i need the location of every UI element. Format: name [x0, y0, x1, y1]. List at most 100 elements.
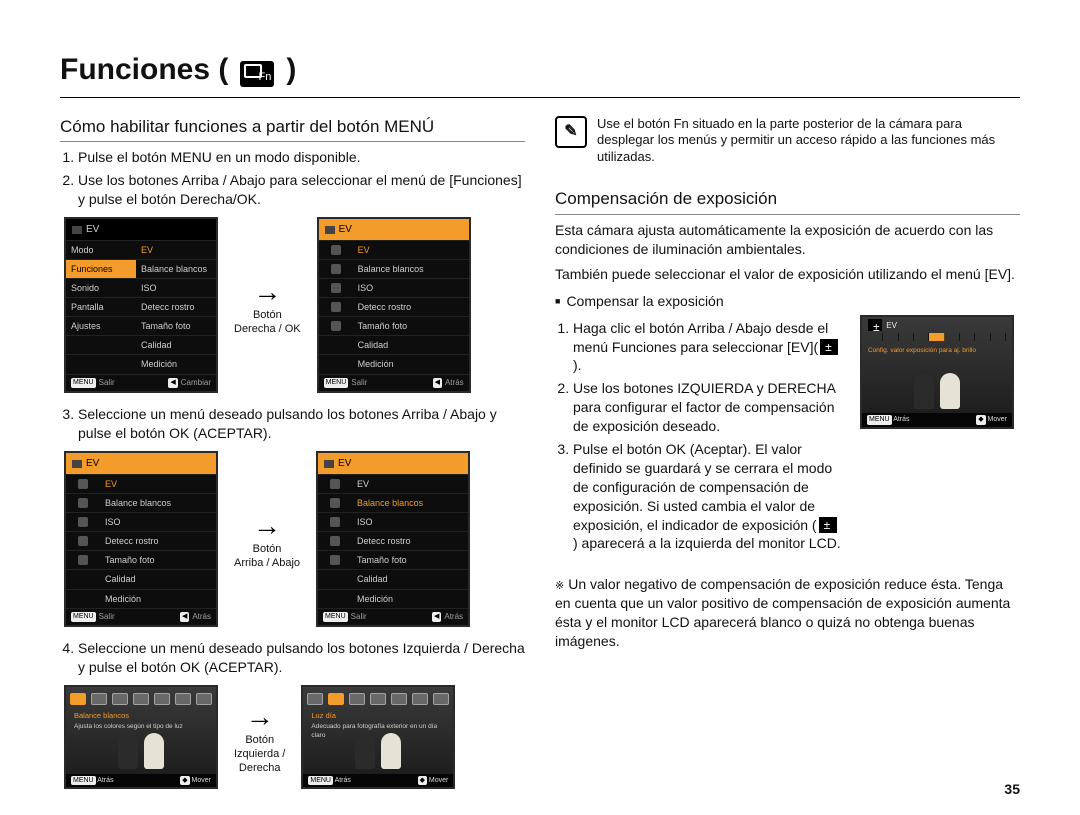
camera-icon [72, 460, 82, 468]
menu-badge-icon: MENU [324, 378, 349, 387]
icon [78, 479, 88, 489]
right-steps: Haga clic el botón Arriba / Abajo desde … [555, 319, 844, 558]
sidebar-empty [66, 355, 136, 373]
note-icon: ✎ [555, 116, 587, 148]
person-2 [940, 373, 960, 409]
footnote: ※Un valor negativo de compensación de ex… [555, 575, 1020, 651]
nav-medicion: Medición [100, 590, 216, 608]
cam-foot: MENUSalir◀Atrás [319, 374, 469, 392]
camera-icon [324, 460, 334, 468]
cam-header: EV [66, 453, 216, 474]
mock-foot: MENU Atrás◆ Mover [303, 774, 453, 787]
sidebar-modo: Modo [66, 241, 136, 259]
wb-daylight-icon [328, 693, 344, 705]
nav-detecc: Detecc rostro [353, 298, 469, 316]
manual-page: Funciones ( ) Cómo habilitar funciones a… [0, 0, 1080, 815]
nav-detecc: Detecc rostro [352, 532, 468, 550]
menu-badge-icon: MENU [71, 378, 96, 387]
pad-badge-icon: ◆ [418, 776, 427, 785]
foot-salir: Salir [351, 612, 367, 623]
sidebar-funciones: Funciones [66, 260, 136, 278]
photo-mock-right: Luz día Adecuado para fotografía exterio… [301, 685, 455, 789]
wb-icon-strip [70, 693, 212, 705]
icon [78, 555, 88, 565]
icon [331, 302, 341, 312]
figure-row-2: EV EV Balance blancos ISO Detecc rostro … [60, 451, 525, 627]
title-row: Funciones ( ) [60, 50, 1020, 91]
wb-icon [112, 693, 128, 705]
nav-badge-icon: ◀ [180, 612, 189, 621]
page-title-suffix: ) [286, 50, 296, 91]
icon [330, 555, 340, 565]
step-3-list: Seleccione un menú deseado pulsando los … [60, 405, 525, 443]
step-4: Seleccione un menú deseado pulsando los … [78, 639, 525, 677]
nav-calidad: Calidad [136, 336, 216, 354]
nav-medicion: Medición [352, 590, 468, 608]
foot-salir: Salir [99, 612, 115, 623]
foot-atras: Atrás [97, 777, 113, 784]
wb-icon [349, 693, 365, 705]
camera-icon [325, 226, 335, 234]
cam-menu-left-1: EV ModoEV FuncionesBalance blancos Sonid… [64, 217, 218, 393]
person-1 [355, 733, 375, 769]
wb-icon [91, 693, 107, 705]
ev-preview: EV Config. valor exposición para aj. bri… [860, 315, 1020, 429]
pad-badge-icon: ◆ [180, 776, 189, 785]
asterisk-icon: ※ [555, 580, 564, 592]
menu-badge-icon: MENU [323, 612, 348, 621]
ev-caption: Config. valor exposición para aj. brillo [868, 347, 1006, 356]
left-heading: Cómo habilitar funciones a partir del bo… [60, 116, 525, 143]
nav-balance: Balance blancos [352, 494, 468, 512]
mock-title: Balance blancos [74, 711, 208, 721]
cam-foot: MENUSalir◀Atrás [66, 608, 216, 626]
page-title: Funciones ( [60, 50, 228, 91]
cam-header-title: EV [339, 223, 352, 237]
cam-menu-right-1: EV EV Balance blancos ISO Detecc rostro … [317, 217, 471, 393]
two-columns: Cómo habilitar funciones a partir del bo… [60, 116, 1020, 802]
note-row: ✎ Use el botón Fn situado en la parte po… [555, 116, 1020, 167]
nav-calidad: Calidad [100, 570, 216, 588]
menu-badge-icon: MENU [308, 776, 333, 785]
right-heading: Compensación de exposición [555, 188, 1020, 215]
nav-calidad: Calidad [353, 336, 469, 354]
foot-salir: Salir [99, 378, 115, 389]
left-column: Cómo habilitar funciones a partir del bo… [60, 116, 525, 802]
arrow-right-icon: → [234, 274, 301, 309]
wb-icon [412, 693, 428, 705]
foot-atras: Atrás [444, 612, 463, 623]
nav-iso: ISO [352, 513, 468, 531]
cam-foot: MENUSalir◀Atrás [318, 608, 468, 626]
nav-balance: Balance blancos [100, 494, 216, 512]
nav-ev: EV [353, 241, 469, 259]
step-1: Pulse el botón MENU en un modo disponibl… [78, 148, 525, 167]
wb-icon [133, 693, 149, 705]
fig2-arrow-block: → Botón Arriba / Abajo [234, 508, 300, 571]
intro-1: Esta cámara ajusta automáticamente la ex… [555, 221, 1020, 259]
wb-icon [175, 693, 191, 705]
nav-tamano: Tamaño foto [136, 317, 216, 335]
cam-header: EV [319, 219, 469, 240]
ev-plusminus-icon [819, 517, 837, 533]
camera-icon [72, 226, 82, 234]
fig3-arrow-block: → Botón Izquierda / Derecha [234, 699, 285, 775]
cam-header: EV [318, 453, 468, 474]
sub-head: Compensar la exposición [555, 292, 1020, 311]
steps-1-2: Pulse el botón MENU en un modo disponibl… [60, 148, 525, 209]
foot-atras: Atrás [893, 416, 909, 423]
nav-tamano: Tamaño foto [352, 551, 468, 569]
arrow-right-icon: → [234, 699, 285, 734]
cam-header: EV [66, 219, 216, 240]
r-step-1-suffix: ). [573, 357, 582, 373]
sidebar-sonido: Sonido [66, 279, 136, 297]
step-2: Use los botones Arriba / Abajo para sele… [78, 171, 525, 209]
menu-badge-icon: MENU [867, 415, 892, 424]
title-underline [60, 97, 1020, 98]
r-step-2: Use los botones IZQUIERDA y DERECHA para… [573, 379, 844, 436]
nav-detecc: Detecc rostro [100, 532, 216, 550]
cam-foot: MENUSalir◀Cambiar [66, 374, 216, 392]
intro-2: También puede seleccionar el valor de ex… [555, 265, 1020, 284]
note-text: Use el botón Fn situado en la parte post… [597, 116, 1020, 167]
nav-tamano: Tamaño foto [100, 551, 216, 569]
right-lower: Haga clic el botón Arriba / Abajo desde … [555, 315, 1020, 564]
nav-iso: ISO [353, 279, 469, 297]
